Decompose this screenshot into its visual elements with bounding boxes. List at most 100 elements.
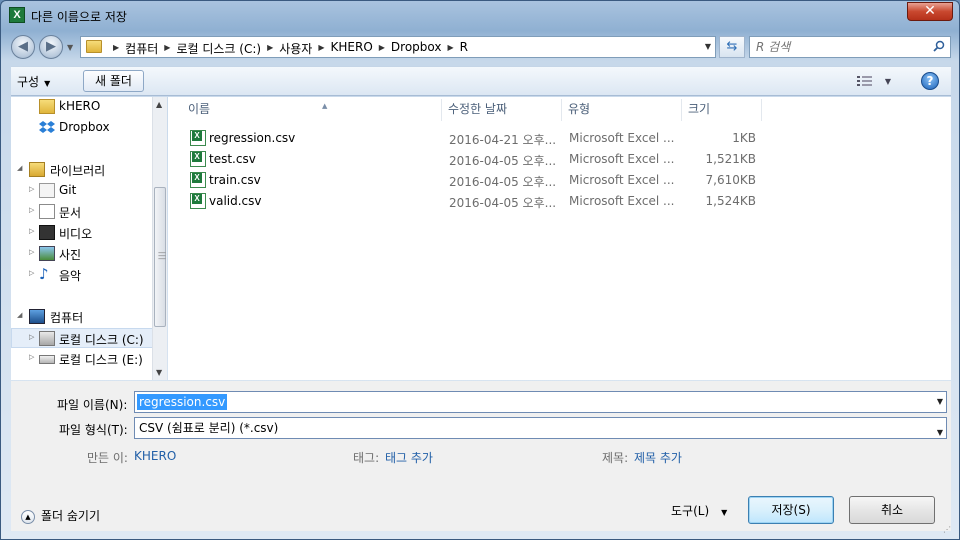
nav-item-local-disk-c[interactable]: ▷ 로컬 디스크 (C:) [11, 328, 153, 348]
nav-item-git[interactable]: ▷ Git [11, 181, 153, 201]
nav-item-label: 로컬 디스크 (E:) [59, 353, 143, 367]
sort-ascending-icon: ▲ [322, 102, 328, 110]
title-value[interactable]: 제목 추가 [634, 449, 682, 466]
video-icon [39, 225, 55, 240]
nav-item-label: 사진 [59, 248, 82, 262]
nav-item-dropbox[interactable]: Dropbox [11, 118, 153, 138]
resize-grip-icon[interactable]: ⋰ [943, 525, 951, 534]
file-name: train.csv [209, 173, 261, 187]
collapsed-triangle-icon[interactable]: ▷ [29, 227, 34, 235]
expanded-triangle-icon[interactable]: ◢ [17, 164, 22, 172]
breadcrumb-r[interactable]: R [460, 40, 468, 57]
hide-folders-label: 폴더 숨기기 [41, 509, 101, 523]
chevron-down-icon: ▼ [884, 77, 891, 86]
scrollbar-thumb[interactable]: — — — [154, 187, 166, 327]
chevron-right-icon[interactable]: ▶ [312, 40, 330, 57]
forward-arrow-icon[interactable]: ▶ [39, 35, 63, 59]
chevron-down-icon[interactable]: ▼ [937, 397, 943, 406]
chevron-down-icon[interactable]: ▼ [937, 423, 943, 443]
tags-label: 태그: [353, 451, 380, 465]
organize-menu-button[interactable]: 구성 ▼ [17, 73, 50, 90]
file-size: 1,521KB [705, 152, 756, 166]
file-type: Microsoft Excel ... [569, 194, 675, 208]
save-as-dialog: X 다른 이름으로 저장 ✕ ◀ ▶ ▼ ▶ 컴퓨터 ▶ 로컬 디스크 (C:)… [0, 0, 960, 540]
column-header-size[interactable]: 크기 [682, 99, 762, 121]
author-label: 만든 이: [87, 451, 128, 465]
collapsed-triangle-icon[interactable]: ▷ [29, 248, 34, 256]
column-header-name[interactable]: 이름 ▲ [182, 99, 442, 121]
address-dropdown-icon[interactable]: ▼ [705, 42, 711, 51]
new-folder-button[interactable]: 새 폴더 [83, 70, 144, 92]
table-row[interactable]: train.csv 2016-04-05 오후... Microsoft Exc… [186, 170, 766, 191]
music-icon: ♪ [39, 265, 49, 283]
navigation-scrollbar[interactable]: ▲ — — — ▼ [152, 97, 167, 380]
chevron-right-icon[interactable]: ▶ [107, 40, 125, 57]
window-title: 다른 이름으로 저장 [31, 10, 127, 24]
file-type: Microsoft Excel ... [569, 152, 675, 166]
nav-item-local-disk-e[interactable]: ▷ 로컬 디스크 (E:) [11, 349, 153, 369]
nav-item-pictures[interactable]: ▷ 사진 [11, 244, 153, 264]
breadcrumb-local-disk-c[interactable]: 로컬 디스크 (C:) [176, 40, 261, 57]
breadcrumb-users[interactable]: 사용자 [279, 40, 312, 57]
nav-item-videos[interactable]: ▷ 비디오 [11, 223, 153, 243]
collapsed-triangle-icon[interactable]: ▷ [29, 206, 34, 214]
nav-item-label: Git [59, 183, 77, 197]
cancel-button[interactable]: 취소 [849, 496, 935, 524]
save-button[interactable]: 저장(S) [748, 496, 834, 524]
table-row[interactable]: test.csv 2016-04-05 오후... Microsoft Exce… [186, 149, 766, 170]
collapsed-triangle-icon[interactable]: ▷ [29, 185, 34, 193]
recent-locations-dropdown-icon[interactable]: ▼ [67, 43, 73, 52]
scroll-down-icon[interactable]: ▼ [156, 368, 162, 377]
tags-value[interactable]: 태그 추가 [385, 449, 433, 466]
nav-item-khero[interactable]: kHERO [11, 97, 153, 117]
close-button[interactable]: ✕ [907, 2, 953, 21]
chevron-right-icon[interactable]: ▶ [158, 40, 176, 57]
table-row[interactable]: valid.csv 2016-04-05 오후... Microsoft Exc… [186, 191, 766, 212]
nav-item-computer[interactable]: ◢ 컴퓨터 [11, 307, 153, 327]
chevron-right-icon[interactable]: ▶ [261, 40, 279, 57]
file-name: valid.csv [209, 194, 262, 208]
chevron-right-icon[interactable]: ▶ [441, 40, 459, 57]
help-icon[interactable]: ? [921, 72, 939, 90]
drive-c-icon [39, 331, 55, 346]
tools-label: 도구(L) [671, 504, 710, 518]
collapsed-triangle-icon[interactable]: ▷ [29, 353, 34, 361]
scroll-up-icon[interactable]: ▲ [156, 100, 162, 109]
table-row[interactable]: regression.csv 2016-04-21 오후... Microsof… [186, 128, 766, 149]
file-list: 이름 ▲ 수정한 날짜 유형 크기 regression.csv 2016-04… [168, 97, 951, 380]
refresh-icon[interactable]: ⇆ [719, 36, 745, 58]
back-arrow-icon[interactable]: ◀ [11, 35, 35, 59]
excel-csv-file-icon [190, 151, 206, 167]
filetype-select[interactable]: CSV (쉼표로 분리) (*.csv) ▼ [134, 417, 947, 439]
column-header-type[interactable]: 유형 [562, 99, 682, 121]
breadcrumb-computer[interactable]: 컴퓨터 [125, 40, 158, 57]
column-header-label: 이름 [188, 102, 211, 116]
library-icon [29, 162, 45, 177]
view-list-icon [857, 75, 872, 86]
expanded-triangle-icon[interactable]: ◢ [17, 311, 22, 319]
tools-menu-button[interactable]: 도구(L) ▼ [671, 502, 727, 519]
breadcrumb: ▶ 컴퓨터 ▶ 로컬 디스크 (C:) ▶ 사용자 ▶ KHERO ▶ Drop… [107, 40, 468, 57]
address-bar[interactable]: ▶ 컴퓨터 ▶ 로컬 디스크 (C:) ▶ 사용자 ▶ KHERO ▶ Drop… [80, 36, 716, 58]
nav-item-libraries[interactable]: ◢ 라이브러리 [11, 160, 153, 180]
filename-field[interactable]: regression.csv ▼ [134, 391, 947, 413]
file-type: Microsoft Excel ... [569, 173, 675, 187]
search-input[interactable] [756, 39, 926, 55]
file-date: 2016-04-05 오후... [449, 175, 557, 189]
title-bar[interactable]: X 다른 이름으로 저장 ✕ [1, 1, 959, 31]
collapsed-triangle-icon[interactable]: ▷ [29, 333, 34, 341]
author-value[interactable]: KHERO [134, 449, 176, 463]
column-header-date[interactable]: 수정한 날짜 [442, 99, 562, 121]
view-options-button[interactable]: ▼ [857, 73, 897, 91]
collapsed-triangle-icon[interactable]: ▷ [29, 269, 34, 277]
breadcrumb-dropbox[interactable]: Dropbox [391, 40, 442, 57]
search-icon[interactable] [933, 40, 945, 52]
search-box[interactable] [749, 36, 951, 58]
hide-folders-button[interactable]: ▲ 폴더 숨기기 [21, 507, 100, 524]
chevron-right-icon[interactable]: ▶ [373, 40, 391, 57]
chevron-down-icon: ▼ [44, 79, 51, 88]
nav-item-music[interactable]: ▷ ♪ 음악 [11, 265, 153, 285]
breadcrumb-khero[interactable]: KHERO [331, 40, 373, 57]
nav-item-documents[interactable]: ▷ 문서 [11, 202, 153, 222]
filename-value[interactable]: regression.csv [137, 394, 228, 410]
